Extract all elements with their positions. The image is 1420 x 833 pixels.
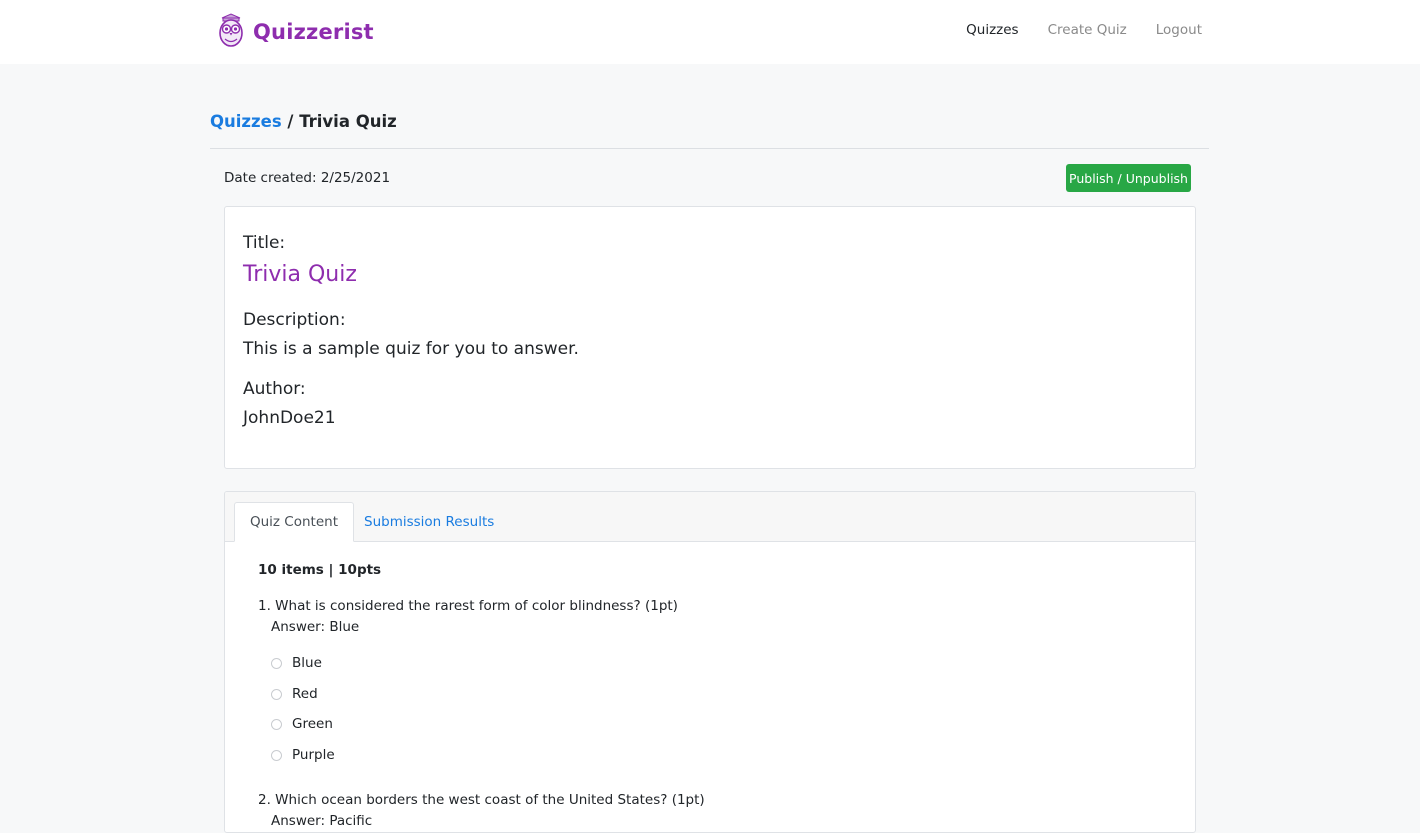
tab-submission-results[interactable]: Submission Results [349, 502, 509, 541]
breadcrumb: Quizzes / Trivia Quiz [210, 112, 397, 131]
option-label: Red [292, 686, 318, 702]
author-value: JohnDoe21 [243, 408, 336, 428]
quiz-summary: 10 items | 10pts [258, 562, 382, 578]
question-1-answer: Answer: Blue [271, 619, 360, 635]
radio-button[interactable] [271, 749, 282, 761]
question-1-option[interactable]: Purple [271, 747, 335, 763]
title-label: Title: [243, 233, 286, 253]
nav-links: Quizzes Create Quiz Logout [937, 22, 1202, 38]
nav-create-quiz-link[interactable]: Create Quiz [1048, 22, 1127, 38]
tabs-header: Quiz Content Submission Results [225, 492, 1195, 542]
breadcrumb-quizzes-link[interactable]: Quizzes [210, 112, 282, 131]
top-navbar: Quizzerist Quizzes Create Quiz Logout [0, 0, 1420, 64]
author-label: Author: [243, 379, 306, 399]
radio-button[interactable] [271, 718, 282, 730]
breadcrumb-separator: / [287, 112, 294, 131]
publish-unpublish-button[interactable]: Publish / Unpublish [1066, 164, 1191, 192]
question-2-answer: Answer: Pacific [271, 813, 373, 829]
radio-button[interactable] [271, 688, 282, 700]
tab-quiz-content[interactable]: Quiz Content [234, 502, 355, 542]
description-label: Description: [243, 310, 346, 330]
breadcrumb-current: Trivia Quiz [299, 112, 397, 131]
owl-logo-icon [216, 12, 246, 52]
radio-button[interactable] [271, 657, 282, 669]
brand-logo-link[interactable]: Quizzerist [216, 13, 374, 51]
question-1-option[interactable]: Blue [271, 655, 322, 671]
quiz-title: Trivia Quiz [243, 262, 357, 287]
date-created: Date created: 2/25/2021 [224, 170, 391, 186]
option-label: Green [292, 716, 333, 732]
question-1-option[interactable]: Green [271, 716, 333, 732]
question-2: 2. Which ocean borders the west coast of… [258, 792, 705, 808]
question-1-option[interactable]: Red [271, 686, 318, 702]
brand-name: Quizzerist [253, 20, 374, 44]
nav-quizzes-link[interactable]: Quizzes [966, 22, 1018, 38]
quiz-tabs-card: Quiz Content Submission Results 10 items… [224, 491, 1196, 833]
description-value: This is a sample quiz for you to answer. [243, 339, 579, 359]
divider [210, 148, 1209, 149]
option-label: Blue [292, 655, 322, 671]
nav-logout-link[interactable]: Logout [1156, 22, 1202, 38]
quiz-info-card: Title: Trivia Quiz Description: This is … [224, 206, 1196, 469]
option-label: Purple [292, 747, 335, 763]
question-1: 1. What is considered the rarest form of… [258, 598, 678, 614]
